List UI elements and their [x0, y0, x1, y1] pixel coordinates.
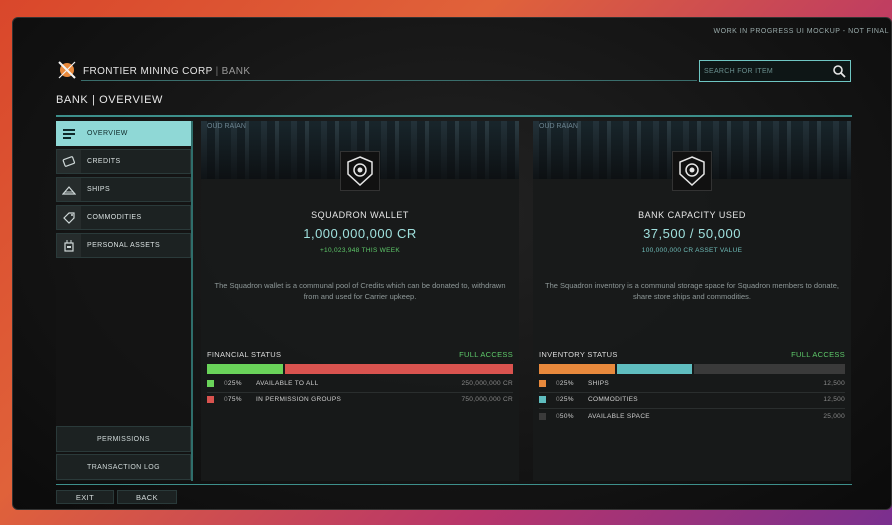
sidebar: OVERVIEW CREDITS SHIPS COMMODITIES PERSO… [56, 121, 193, 481]
search-box[interactable] [699, 60, 851, 82]
wallet-description: The Squadron wallet is a communal pool o… [214, 281, 506, 301]
legend-name: AVAILABLE SPACE [588, 413, 650, 420]
inventory-status-row: INVENTORY STATUS FULL ACCESS [539, 350, 845, 359]
sidebar-item-credits[interactable]: CREDITS [56, 149, 191, 174]
wallet-title: SQUADRON WALLET [311, 210, 409, 220]
search-input[interactable] [704, 67, 832, 75]
sidebar-item-ships[interactable]: SHIPS [56, 177, 191, 202]
legend-row: 025% AVAILABLE TO ALL 250,000,000 CR [207, 380, 513, 387]
squadron-wallet-panel: OUD RAIAN SQUADRON WALLET 1,000,000,000 … [201, 121, 519, 481]
legend-row: 075% IN PERMISSION GROUPS 750,000,000 CR [207, 396, 513, 403]
bar-segment-available-space [694, 364, 845, 374]
permissions-button[interactable]: PERMISSIONS [56, 426, 191, 452]
footer-divider [56, 484, 852, 485]
app-window: WORK IN PROGRESS UI MOCKUP - NOT FINAL F… [12, 17, 892, 510]
legend-name: SHIPS [588, 380, 610, 387]
page-title: BANK | OVERVIEW [56, 94, 164, 106]
wallet-emblem [340, 151, 380, 191]
ship-icon [62, 185, 76, 195]
credits-icon [62, 155, 76, 167]
legend-percent: 025% [224, 380, 242, 387]
wallet-change: +10,023,948 THIS WEEK [319, 247, 401, 254]
bar-segment-permission-groups [285, 364, 513, 374]
financial-status-label: FINANCIAL STATUS [207, 350, 282, 359]
bar-segment-ships [539, 364, 615, 374]
legend-row: 025% SHIPS 12,500 [539, 380, 845, 387]
sidebar-item-label: SHIPS [87, 186, 111, 193]
mining-corp-logo-icon [58, 61, 76, 79]
legend-row: 025% COMMODITIES 12,500 [539, 396, 845, 403]
capacity-asset-value: 100,000,000 CR ASSET VALUE [641, 247, 743, 254]
capacity-description: The Squadron inventory is a communal sto… [545, 281, 839, 301]
legend-amount: 25,000 [823, 413, 845, 420]
financial-access-label: FULL ACCESS [459, 350, 513, 359]
legend-divider [207, 392, 513, 393]
legend-percent: 025% [556, 396, 574, 403]
title-divider [56, 115, 852, 117]
shield-emblem-icon [347, 156, 373, 186]
legend-name: IN PERMISSION GROUPS [256, 396, 342, 403]
sidebar-item-commodities[interactable]: COMMODITIES [56, 205, 191, 230]
legend-divider [539, 392, 845, 393]
legend-name: COMMODITIES [588, 396, 638, 403]
sidebar-item-personal-assets[interactable]: PERSONAL ASSETS [56, 233, 191, 258]
legend-amount: 250,000,000 CR [461, 380, 513, 387]
banner-text: OUD RAIAN [539, 123, 578, 130]
inventory-access-label: FULL ACCESS [791, 350, 845, 359]
sidebar-item-label: PERSONAL ASSETS [87, 242, 161, 249]
brand-separator: | [215, 66, 219, 77]
legend-swatch [539, 380, 546, 387]
capacity-emblem [672, 151, 712, 191]
bar-segment-available [207, 364, 283, 374]
sidebar-item-overview[interactable]: OVERVIEW [56, 121, 191, 146]
legend-amount: 12,500 [823, 380, 845, 387]
shield-emblem-icon [679, 156, 705, 186]
bank-capacity-panel: OUD RAIAN BANK CAPACITY USED 37,500 / 50… [533, 121, 851, 481]
financial-status-row: FINANCIAL STATUS FULL ACCESS [207, 350, 513, 359]
exit-button[interactable]: EXIT [56, 490, 114, 504]
transaction-log-button[interactable]: TRANSACTION LOG [56, 454, 191, 480]
sidebar-item-label: COMMODITIES [87, 214, 142, 221]
legend-percent: 025% [556, 380, 574, 387]
company-name: FRONTIER MINING CORP [83, 66, 213, 77]
capacity-value: 37,500 / 50,000 [643, 226, 741, 241]
legend-swatch [207, 396, 214, 403]
legend-amount: 12,500 [823, 396, 845, 403]
legend-name: AVAILABLE TO ALL [256, 380, 319, 387]
legend-percent: 075% [224, 396, 242, 403]
legend-swatch [539, 396, 546, 403]
back-button[interactable]: BACK [117, 490, 177, 504]
capacity-title: BANK CAPACITY USED [638, 210, 746, 220]
bar-segment-commodities [616, 364, 692, 374]
legend-divider [539, 408, 845, 409]
banner-text: OUD RAIAN [207, 123, 246, 130]
brand-section: BANK [221, 66, 251, 77]
inventory-status-label: INVENTORY STATUS [539, 350, 618, 359]
legend-row: 050% AVAILABLE SPACE 25,000 [539, 413, 845, 420]
search-icon[interactable] [832, 64, 846, 78]
inventory-status-bar [539, 364, 845, 374]
legend-percent: 050% [556, 413, 574, 420]
wip-watermark: WORK IN PROGRESS UI MOCKUP - NOT FINAL [713, 28, 889, 35]
tag-icon [63, 211, 75, 224]
list-icon [63, 128, 75, 139]
financial-status-bar [207, 364, 513, 374]
legend-swatch [539, 413, 546, 420]
legend-amount: 750,000,000 CR [461, 396, 513, 403]
robot-icon [64, 239, 74, 252]
brand-title: FRONTIER MINING CORP | BANK [83, 66, 251, 77]
legend-swatch [207, 380, 214, 387]
sidebar-item-label: CREDITS [87, 158, 121, 165]
sidebar-item-label: OVERVIEW [87, 130, 128, 137]
wallet-value: 1,000,000,000 CR [303, 226, 417, 241]
header-divider [81, 80, 697, 81]
